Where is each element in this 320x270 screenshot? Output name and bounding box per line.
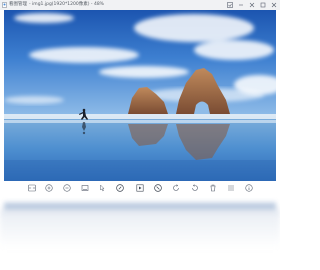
maximize-icon: [260, 2, 266, 8]
fit-window-button[interactable]: [80, 183, 90, 193]
screenshot-button[interactable]: [226, 1, 234, 9]
brush-icon: [154, 184, 162, 192]
menu-icon: [228, 185, 234, 191]
minimize-button[interactable]: [237, 1, 245, 9]
window-controls: [226, 1, 278, 9]
brush-button[interactable]: [153, 183, 163, 193]
info-icon: [245, 184, 253, 192]
pin-icon: [249, 2, 255, 8]
slideshow-button[interactable]: [135, 183, 145, 193]
edit-icon: [116, 184, 124, 192]
close-button[interactable]: [270, 1, 278, 9]
image-canvas[interactable]: [4, 10, 276, 181]
zoom-in-button[interactable]: [44, 183, 54, 193]
bottom-toolbar: [0, 181, 280, 195]
screenshot-icon: [227, 2, 233, 8]
titlebar[interactable]: 看图管理 - img1.jpg(1920*1200像素) - 48%: [0, 0, 280, 10]
zoom-in-icon: [45, 184, 53, 192]
original-size-button[interactable]: [27, 183, 37, 193]
menu-button[interactable]: [226, 183, 236, 193]
fit-window-icon: [81, 185, 89, 191]
slideshow-icon: [136, 184, 144, 192]
app-logo-icon: [2, 2, 7, 8]
zoom-out-button[interactable]: [62, 183, 72, 193]
strip-fade: [0, 209, 280, 249]
zoom-out-icon: [63, 184, 71, 192]
pointer-button[interactable]: [97, 183, 107, 193]
info-button[interactable]: [244, 183, 254, 193]
rotate-right-icon: [192, 184, 198, 191]
delete-icon: [210, 184, 216, 192]
original-size-icon: [28, 184, 36, 192]
pointer-icon: [100, 184, 105, 192]
landscape-photo: [4, 10, 276, 181]
app-name: 看图管理: [9, 2, 27, 7]
minimize-icon: [239, 4, 243, 6]
maximize-button[interactable]: [259, 1, 267, 9]
file-info: - img1.jpg(1920*1200像素) - 48%: [29, 2, 104, 7]
rotate-right-button[interactable]: [190, 183, 200, 193]
close-icon: [271, 2, 277, 8]
rotate-left-icon: [173, 184, 179, 191]
edit-button[interactable]: [115, 183, 125, 193]
pin-button[interactable]: [248, 1, 256, 9]
delete-button[interactable]: [208, 183, 218, 193]
window-title: 看图管理 - img1.jpg(1920*1200像素) - 48%: [9, 1, 104, 9]
rotate-left-button[interactable]: [171, 183, 181, 193]
image-viewer-window: 看图管理 - img1.jpg(1920*1200像素) - 48%: [0, 0, 280, 270]
thumbnail-strip[interactable]: [0, 197, 280, 270]
